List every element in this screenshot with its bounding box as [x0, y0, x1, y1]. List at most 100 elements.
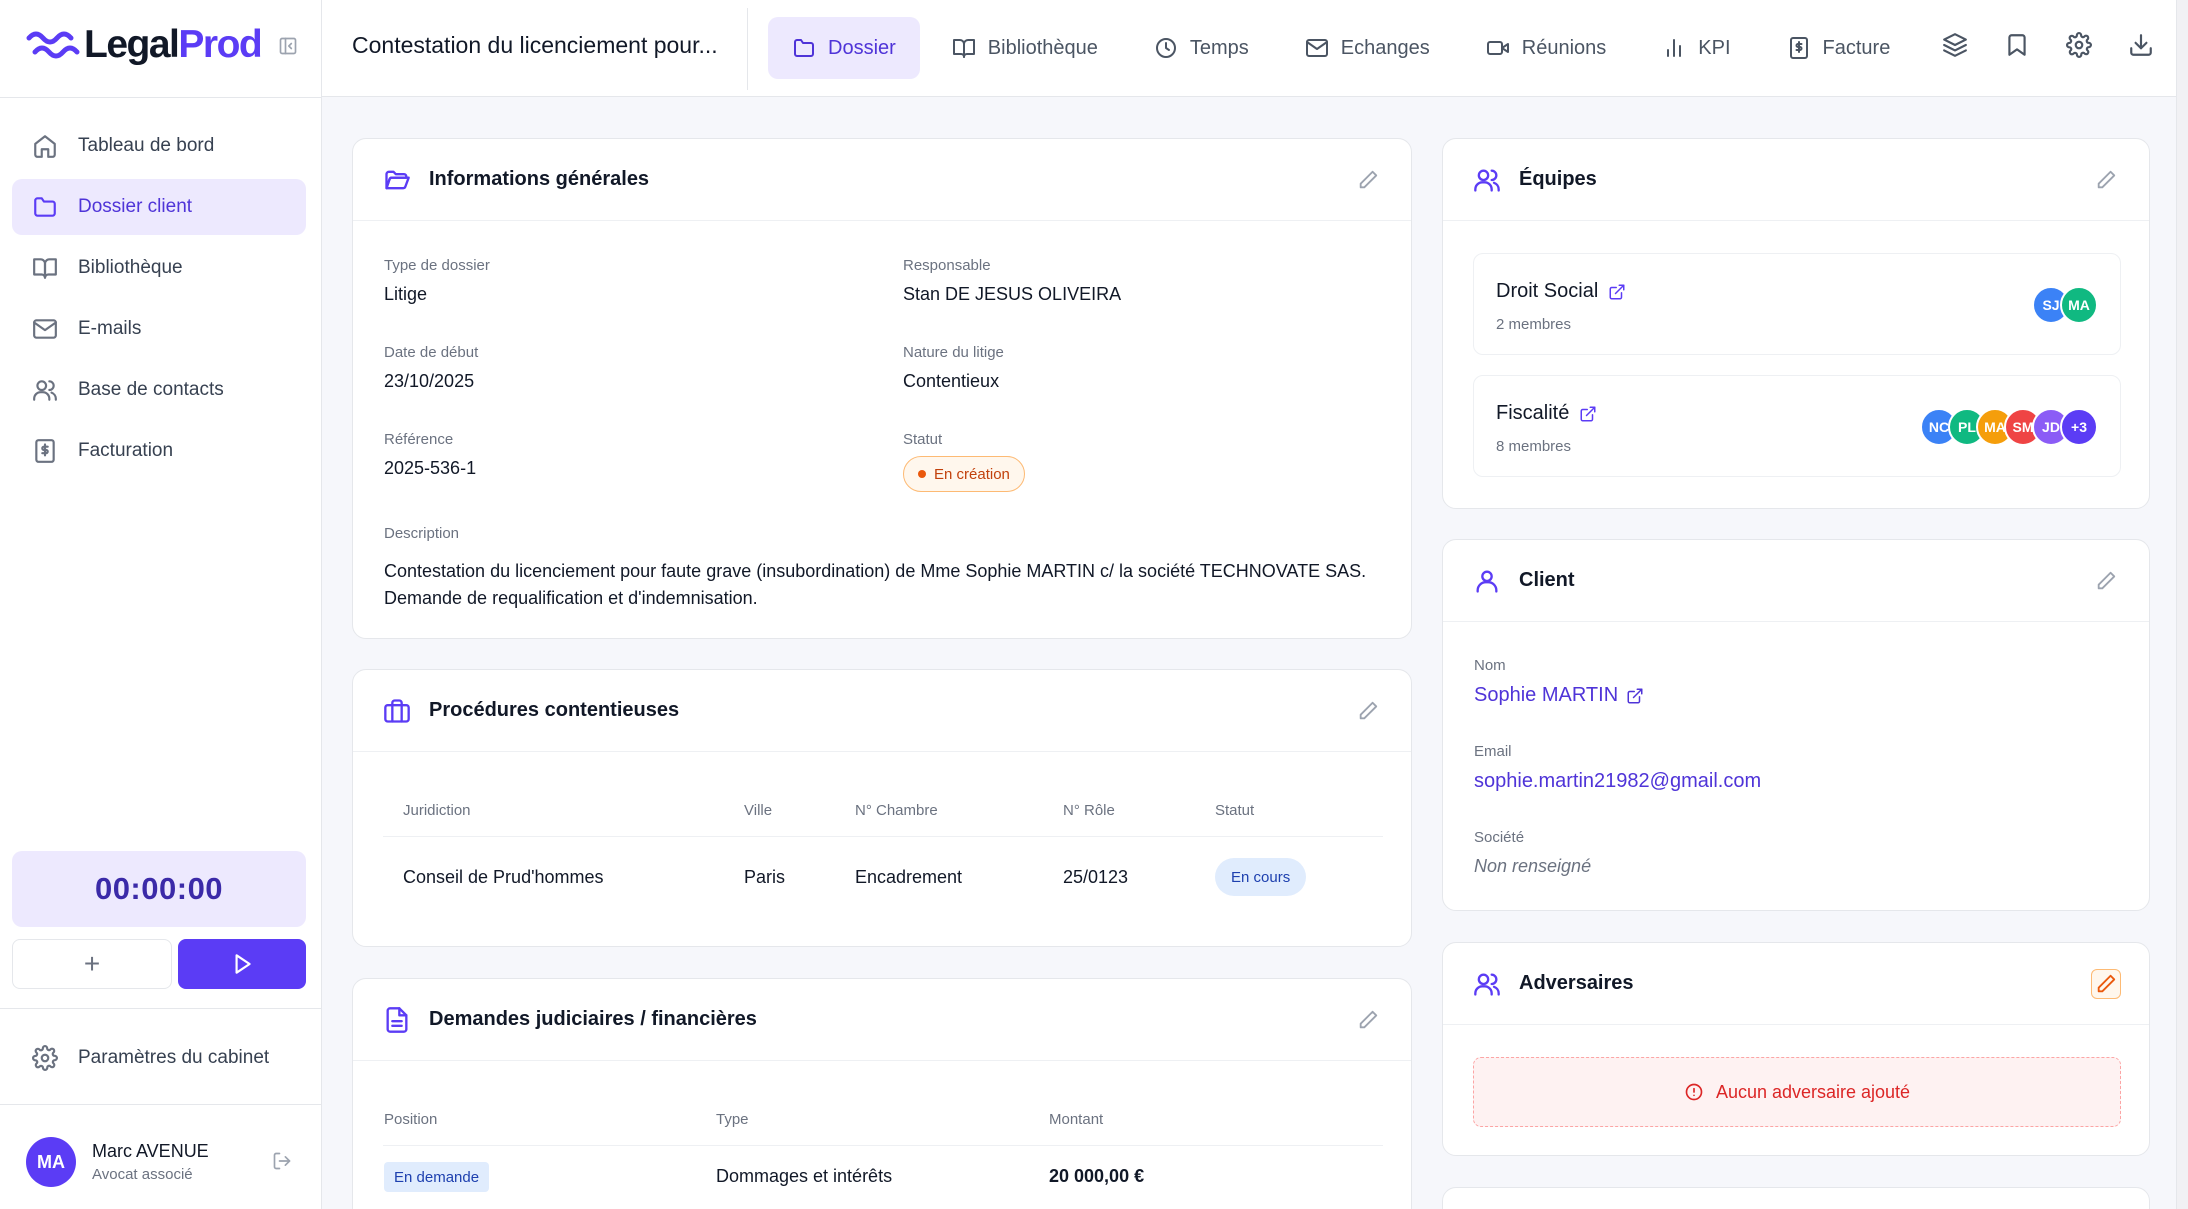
tab-label: Echanges — [1340, 36, 1430, 59]
topbar-divider — [747, 8, 748, 90]
case-title: Contestation du licenciement pour... — [352, 32, 718, 58]
member-avatar[interactable]: +3 — [2060, 408, 2098, 446]
column-header: Position — [384, 1111, 438, 1128]
team-name[interactable]: Fiscalité — [1496, 402, 1597, 425]
general-info-card: Informations générales Type de dossier L… — [352, 138, 1412, 639]
gear-icon[interactable] — [2066, 32, 2092, 58]
table-divider — [383, 836, 1383, 837]
edit-procedures-button[interactable] — [1357, 700, 1379, 722]
sidebar-item-facturation[interactable]: Facturation — [12, 423, 306, 479]
tab-bibliotheque[interactable]: Bibliothèque — [928, 17, 1122, 79]
field-description: Description Contestation du licenciement… — [384, 525, 1384, 612]
book-icon — [33, 258, 57, 279]
edit-demandes-button[interactable] — [1357, 1009, 1379, 1031]
logout-button[interactable] — [272, 1151, 292, 1171]
client-email-link[interactable]: sophie.martin21982@gmail.com — [1474, 770, 1761, 793]
card-header: Informations générales — [353, 139, 1411, 221]
field-label: Date de début — [384, 344, 479, 361]
edit-client-button[interactable] — [2095, 570, 2117, 592]
sidebar-item-label: Bibliothèque — [78, 257, 183, 278]
card-title: Adversaires — [1519, 972, 1634, 994]
sidebar-divider — [0, 1008, 322, 1009]
client-name-field: Nom Sophie MARTIN — [1474, 657, 1644, 707]
edit-teams-button[interactable] — [2095, 169, 2117, 191]
position-badge: En demande — [384, 1162, 490, 1192]
tab-label: Réunions — [1521, 36, 1607, 59]
external-link-icon[interactable] — [1579, 405, 1597, 423]
users-icon — [1474, 169, 1500, 192]
add-time-entry-button[interactable]: + — [12, 939, 172, 989]
home-icon — [34, 135, 56, 158]
field-status: Statut En création — [903, 431, 1025, 492]
logo-accent: Prod — [178, 23, 262, 66]
users-icon — [33, 380, 57, 401]
team-member-count: 8 membres — [1496, 438, 1572, 455]
pencil-icon — [1359, 170, 1378, 189]
user-icon — [1476, 570, 1498, 593]
sidebar-item-dossier-client[interactable]: Dossier client — [12, 179, 306, 235]
external-link-icon[interactable] — [1608, 283, 1626, 301]
bookmark-icon[interactable] — [2004, 32, 2030, 58]
field-value: 2025-536-1 — [384, 458, 477, 478]
user-profile[interactable]: MA Marc AVENUE Avocat associé — [26, 1137, 306, 1187]
bar-chart-icon — [1667, 39, 1682, 57]
cabinet-settings-link[interactable]: Paramètres du cabinet — [12, 1030, 306, 1086]
topbar-actions — [1942, 32, 2154, 58]
card-header: Demandes judiciaires / financières — [353, 979, 1411, 1061]
plus-icon: + — [83, 948, 101, 979]
tab-label: Dossier — [828, 36, 896, 59]
cell-statut: En cours — [1215, 858, 1307, 896]
sidebar-item-label: Tableau de bord — [78, 135, 215, 156]
scrollbar[interactable] — [2176, 0, 2188, 1209]
field-label: Email — [1474, 743, 1512, 760]
team-name[interactable]: Droit Social — [1496, 280, 1626, 303]
tab-temps[interactable]: Temps — [1130, 17, 1273, 79]
logo-icon — [26, 31, 80, 59]
card-header: Adversaires — [1443, 943, 2149, 1025]
sidebar-item-emails[interactable]: E-mails — [12, 301, 306, 357]
user-info: Marc AVENUE Avocat associé — [92, 1141, 209, 1183]
tab-reunions[interactable]: Réunions — [1462, 17, 1631, 79]
tab-facture[interactable]: Facture — [1763, 17, 1915, 79]
edit-general-button[interactable] — [1357, 169, 1379, 191]
download-icon[interactable] — [2128, 32, 2154, 58]
field-label: Nom — [1474, 657, 1506, 674]
sidebar-item-bibliotheque[interactable]: Bibliothèque — [12, 240, 306, 296]
cell-type: Dommages et intérêts — [716, 1166, 893, 1186]
sidebar-item-dashboard[interactable]: Tableau de bord — [12, 118, 306, 174]
tab-dossier[interactable]: Dossier — [768, 17, 920, 79]
settings-label: Paramètres du cabinet — [78, 1047, 270, 1068]
card-title: Demandes judiciaires / financières — [429, 1008, 757, 1030]
edit-adversaires-button[interactable] — [2091, 969, 2121, 999]
case-tabs: Dossier Bibliothèque Temps Echanges Réun… — [768, 17, 1914, 79]
pencil-icon — [2097, 974, 2116, 993]
column-header: N° Rôle — [1063, 802, 1115, 819]
users-icon — [1474, 973, 1500, 996]
status-text: En création — [934, 465, 1010, 483]
tab-label: Bibliothèque — [987, 36, 1098, 59]
member-avatar[interactable]: MA — [2060, 286, 2098, 324]
play-icon — [235, 954, 251, 974]
field-start-date: Date de début 23/10/2025 — [384, 344, 478, 392]
start-timer-button[interactable] — [178, 939, 306, 989]
tab-label: KPI — [1698, 36, 1731, 59]
column-header: N° Chambre — [855, 802, 938, 819]
folder-icon — [794, 39, 814, 57]
logo[interactable]: LegalProd — [26, 22, 263, 68]
tab-echanges[interactable]: Echanges — [1281, 17, 1454, 79]
team-card-fiscalite[interactable]: Fiscalité 8 membres +3 JD SM MA PL NC — [1473, 375, 2121, 477]
avatar: MA — [26, 1137, 76, 1187]
collapse-sidebar-button[interactable] — [278, 36, 300, 58]
team-name-text: Droit Social — [1496, 280, 1599, 302]
client-name-link[interactable]: Sophie MARTIN — [1474, 684, 1644, 707]
top-bar: Contestation du licenciement pour... Dos… — [322, 0, 2176, 97]
gear-icon — [32, 1045, 58, 1071]
tab-kpi[interactable]: KPI — [1638, 17, 1754, 79]
card-title: Équipes — [1519, 168, 1597, 190]
team-card-droit-social[interactable]: Droit Social 2 membres MA SJ — [1473, 253, 2121, 355]
layers-icon[interactable] — [1942, 32, 1968, 58]
sidebar-item-contacts[interactable]: Base de contacts — [12, 362, 306, 418]
cell-juridiction: Conseil de Prud'hommes — [403, 867, 604, 887]
client-email-field: Email sophie.martin21982@gmail.com — [1474, 743, 1761, 793]
invoice-icon — [1789, 37, 1808, 59]
